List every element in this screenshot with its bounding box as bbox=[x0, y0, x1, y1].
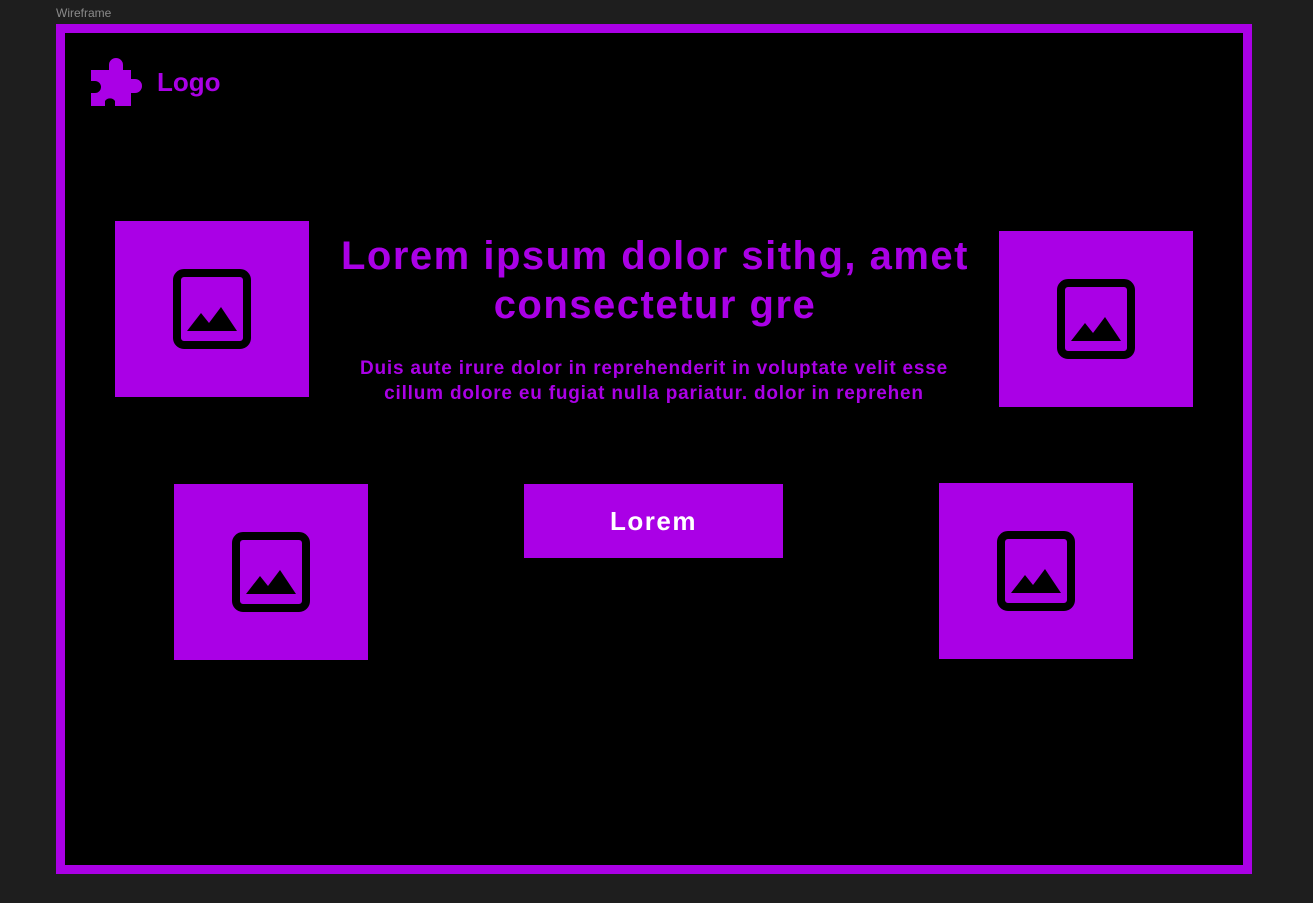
image-placeholder-icon bbox=[1057, 279, 1135, 359]
image-placeholder-icon bbox=[173, 269, 251, 349]
image-placeholder bbox=[174, 484, 368, 660]
hero-title: Lorem ipsum dolor sithg, amet consectetu… bbox=[340, 234, 969, 327]
logo[interactable]: Logo bbox=[89, 56, 221, 108]
image-placeholder bbox=[999, 231, 1193, 407]
image-placeholder-icon bbox=[997, 531, 1075, 611]
image-placeholder bbox=[115, 221, 309, 397]
wireframe-frame bbox=[56, 24, 1252, 874]
image-placeholder bbox=[939, 483, 1133, 659]
cta-button[interactable]: Lorem bbox=[524, 484, 783, 558]
puzzle-piece-icon bbox=[89, 56, 143, 108]
logo-text: Logo bbox=[157, 66, 221, 97]
frame-label: Wireframe bbox=[56, 6, 112, 20]
hero-subtitle: Duis aute irure dolor in reprehenderit i… bbox=[359, 358, 949, 404]
image-placeholder-icon bbox=[232, 532, 310, 612]
